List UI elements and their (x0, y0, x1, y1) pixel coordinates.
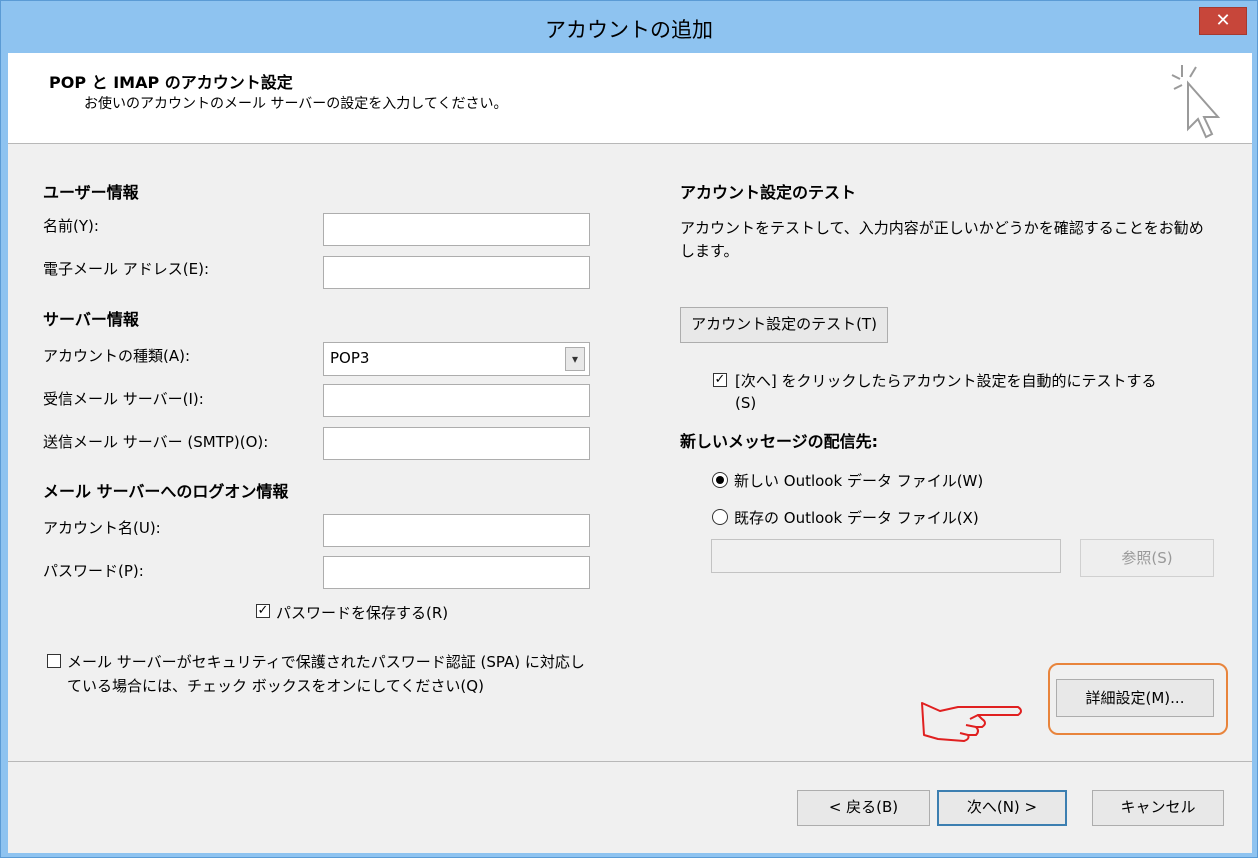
remember-password-checkbox[interactable]: ✓ (256, 604, 270, 618)
incoming-server-input[interactable] (323, 384, 590, 417)
test-description-line2: します。 (680, 242, 739, 260)
auto-test-label-line1: [次へ] をクリックしたらアカウント設定を自動的にテストする (735, 372, 1157, 390)
browse-button[interactable]: 参照(S) (1080, 539, 1214, 577)
spa-label-line2: ている場合には、チェック ボックスをオンにしてください(Q) (67, 677, 484, 695)
auto-test-checkbox[interactable]: ✓ (713, 373, 727, 387)
outgoing-server-label: 送信メール サーバー (SMTP)(O): (43, 433, 269, 451)
incoming-server-label: 受信メール サーバー(I): (43, 390, 204, 408)
password-label: パスワード(P): (43, 562, 144, 580)
account-type-value: POP3 (330, 349, 370, 367)
header-subtitle: お使いのアカウントのメール サーバーの設定を入力してください。 (84, 96, 508, 112)
auto-test-label-line2: (S) (735, 394, 757, 412)
server-info-heading: サーバー情報 (43, 310, 139, 329)
dialog-window: アカウントの追加 ✕ POP と IMAP のアカウント設定 お使いのアカウント… (0, 0, 1258, 858)
account-type-label: アカウントの種類(A): (43, 347, 191, 365)
test-description-line1: アカウントをテストして、入力内容が正しいかどうかを確認することをお勧め (680, 219, 1204, 237)
existing-data-file-label: 既存の Outlook データ ファイル(X) (734, 509, 979, 527)
logon-info-heading: メール サーバーへのログオン情報 (43, 482, 289, 501)
footer-divider (8, 761, 1252, 762)
title-bar[interactable]: アカウントの追加 ✕ (1, 1, 1257, 53)
spa-label-line1: メール サーバーがセキュリティで保護されたパスワード認証 (SPA) に対応し (67, 653, 585, 671)
back-button[interactable]: < 戻る(B) (797, 790, 930, 826)
close-button[interactable]: ✕ (1199, 7, 1247, 35)
more-settings-button[interactable]: 詳細設定(M)... (1056, 679, 1214, 717)
password-input[interactable] (323, 556, 590, 589)
name-label: 名前(Y): (43, 217, 99, 235)
header-panel: POP と IMAP のアカウント設定 お使いのアカウントのメール サーバーの設… (8, 53, 1252, 144)
delivery-heading: 新しいメッセージの配信先: (680, 432, 879, 451)
user-info-heading: ユーザー情報 (43, 183, 139, 202)
new-data-file-radio[interactable] (712, 472, 728, 488)
email-input[interactable] (323, 256, 590, 289)
existing-data-file-path (711, 539, 1061, 573)
header-title: POP と IMAP のアカウント設定 (49, 73, 293, 92)
account-name-input[interactable] (323, 514, 590, 547)
test-heading: アカウント設定のテスト (680, 183, 857, 202)
outgoing-server-input[interactable] (323, 427, 590, 460)
dialog-client: POP と IMAP のアカウント設定 お使いのアカウントのメール サーバーの設… (8, 53, 1252, 853)
test-account-button[interactable]: アカウント設定のテスト(T) (680, 307, 888, 343)
cancel-button[interactable]: キャンセル (1092, 790, 1224, 826)
chevron-down-icon[interactable]: ▾ (565, 347, 585, 371)
existing-data-file-radio[interactable] (712, 509, 728, 525)
account-name-label: アカウント名(U): (43, 519, 161, 537)
window-title: アカウントの追加 (545, 18, 713, 42)
new-data-file-label: 新しい Outlook データ ファイル(W) (734, 472, 984, 490)
remember-password-label: パスワードを保存する(R) (276, 604, 449, 622)
next-button[interactable]: 次へ(N) > (937, 790, 1067, 826)
wizard-cursor-icon (1171, 65, 1221, 139)
account-type-select[interactable]: POP3 ▾ (323, 342, 590, 376)
close-icon: ✕ (1215, 10, 1231, 31)
name-input[interactable] (323, 213, 590, 246)
email-label: 電子メール アドレス(E): (43, 260, 210, 278)
pointing-hand-icon (921, 702, 1022, 742)
spa-checkbox[interactable] (47, 654, 61, 668)
